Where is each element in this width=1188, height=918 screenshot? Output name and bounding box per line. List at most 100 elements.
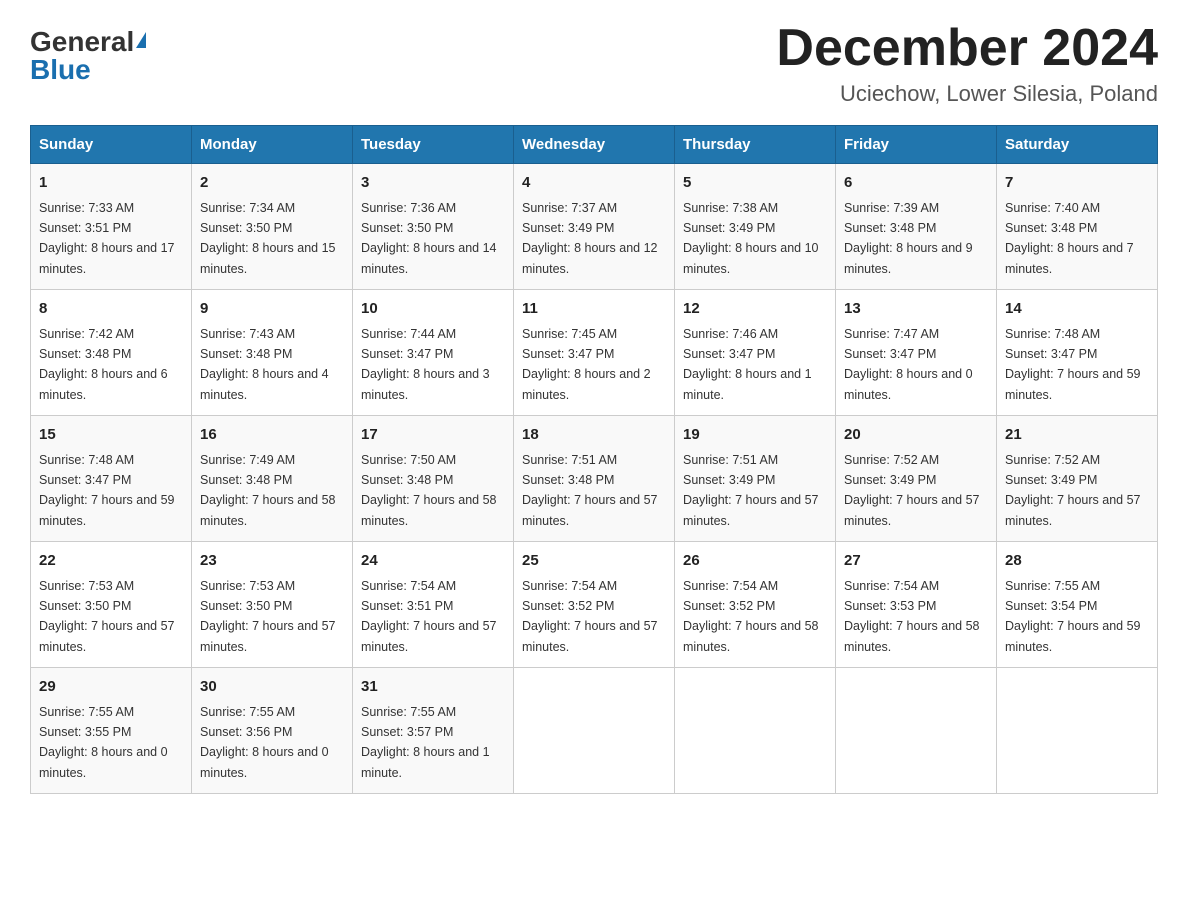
- calendar-header: SundayMondayTuesdayWednesdayThursdayFrid…: [31, 126, 1158, 164]
- day-number: 11: [522, 298, 666, 321]
- day-number: 26: [683, 550, 827, 573]
- day-info: Sunrise: 7:52 AMSunset: 3:49 PMDaylight:…: [844, 453, 980, 528]
- day-number: 20: [844, 424, 988, 447]
- day-number: 3: [361, 172, 505, 195]
- calendar-cell: 4 Sunrise: 7:37 AMSunset: 3:49 PMDayligh…: [514, 164, 675, 290]
- calendar-cell: 27 Sunrise: 7:54 AMSunset: 3:53 PMDaylig…: [836, 542, 997, 668]
- calendar-cell: 14 Sunrise: 7:48 AMSunset: 3:47 PMDaylig…: [997, 290, 1158, 416]
- day-info: Sunrise: 7:33 AMSunset: 3:51 PMDaylight:…: [39, 201, 175, 276]
- location-subtitle: Uciechow, Lower Silesia, Poland: [776, 81, 1158, 107]
- day-number: 23: [200, 550, 344, 573]
- calendar-cell: 13 Sunrise: 7:47 AMSunset: 3:47 PMDaylig…: [836, 290, 997, 416]
- calendar-cell: 23 Sunrise: 7:53 AMSunset: 3:50 PMDaylig…: [192, 542, 353, 668]
- day-info: Sunrise: 7:54 AMSunset: 3:53 PMDaylight:…: [844, 579, 980, 654]
- day-info: Sunrise: 7:53 AMSunset: 3:50 PMDaylight:…: [39, 579, 175, 654]
- column-header-saturday: Saturday: [997, 126, 1158, 164]
- day-number: 4: [522, 172, 666, 195]
- calendar-cell: [997, 668, 1158, 794]
- calendar-cell: 19 Sunrise: 7:51 AMSunset: 3:49 PMDaylig…: [675, 416, 836, 542]
- day-info: Sunrise: 7:54 AMSunset: 3:51 PMDaylight:…: [361, 579, 497, 654]
- column-header-sunday: Sunday: [31, 126, 192, 164]
- calendar-cell: [836, 668, 997, 794]
- calendar-table: SundayMondayTuesdayWednesdayThursdayFrid…: [30, 125, 1158, 794]
- calendar-cell: 6 Sunrise: 7:39 AMSunset: 3:48 PMDayligh…: [836, 164, 997, 290]
- day-info: Sunrise: 7:52 AMSunset: 3:49 PMDaylight:…: [1005, 453, 1141, 528]
- logo: General Blue: [30, 20, 146, 84]
- day-number: 2: [200, 172, 344, 195]
- calendar-cell: 18 Sunrise: 7:51 AMSunset: 3:48 PMDaylig…: [514, 416, 675, 542]
- day-info: Sunrise: 7:51 AMSunset: 3:48 PMDaylight:…: [522, 453, 658, 528]
- day-number: 31: [361, 676, 505, 699]
- calendar-cell: 22 Sunrise: 7:53 AMSunset: 3:50 PMDaylig…: [31, 542, 192, 668]
- calendar-cell: 8 Sunrise: 7:42 AMSunset: 3:48 PMDayligh…: [31, 290, 192, 416]
- day-number: 22: [39, 550, 183, 573]
- day-number: 14: [1005, 298, 1149, 321]
- calendar-cell: 26 Sunrise: 7:54 AMSunset: 3:52 PMDaylig…: [675, 542, 836, 668]
- calendar-cell: 10 Sunrise: 7:44 AMSunset: 3:47 PMDaylig…: [353, 290, 514, 416]
- header: General Blue December 2024 Uciechow, Low…: [30, 20, 1158, 107]
- day-number: 27: [844, 550, 988, 573]
- logo-general: General: [30, 28, 134, 56]
- calendar-cell: 3 Sunrise: 7:36 AMSunset: 3:50 PMDayligh…: [353, 164, 514, 290]
- day-number: 28: [1005, 550, 1149, 573]
- day-number: 24: [361, 550, 505, 573]
- calendar-cell: 28 Sunrise: 7:55 AMSunset: 3:54 PMDaylig…: [997, 542, 1158, 668]
- day-number: 6: [844, 172, 988, 195]
- day-info: Sunrise: 7:47 AMSunset: 3:47 PMDaylight:…: [844, 327, 973, 402]
- calendar-week-4: 22 Sunrise: 7:53 AMSunset: 3:50 PMDaylig…: [31, 542, 1158, 668]
- day-number: 25: [522, 550, 666, 573]
- day-number: 1: [39, 172, 183, 195]
- day-info: Sunrise: 7:54 AMSunset: 3:52 PMDaylight:…: [522, 579, 658, 654]
- logo-triangle-icon: [136, 32, 146, 48]
- calendar-cell: 7 Sunrise: 7:40 AMSunset: 3:48 PMDayligh…: [997, 164, 1158, 290]
- calendar-cell: 15 Sunrise: 7:48 AMSunset: 3:47 PMDaylig…: [31, 416, 192, 542]
- calendar-week-2: 8 Sunrise: 7:42 AMSunset: 3:48 PMDayligh…: [31, 290, 1158, 416]
- month-title: December 2024: [776, 20, 1158, 77]
- day-number: 16: [200, 424, 344, 447]
- day-number: 7: [1005, 172, 1149, 195]
- calendar-cell: 11 Sunrise: 7:45 AMSunset: 3:47 PMDaylig…: [514, 290, 675, 416]
- day-info: Sunrise: 7:55 AMSunset: 3:56 PMDaylight:…: [200, 705, 329, 780]
- day-info: Sunrise: 7:53 AMSunset: 3:50 PMDaylight:…: [200, 579, 336, 654]
- calendar-cell: [514, 668, 675, 794]
- calendar-week-1: 1 Sunrise: 7:33 AMSunset: 3:51 PMDayligh…: [31, 164, 1158, 290]
- calendar-week-3: 15 Sunrise: 7:48 AMSunset: 3:47 PMDaylig…: [31, 416, 1158, 542]
- calendar-cell: 2 Sunrise: 7:34 AMSunset: 3:50 PMDayligh…: [192, 164, 353, 290]
- day-info: Sunrise: 7:34 AMSunset: 3:50 PMDaylight:…: [200, 201, 336, 276]
- calendar-cell: 20 Sunrise: 7:52 AMSunset: 3:49 PMDaylig…: [836, 416, 997, 542]
- header-row: SundayMondayTuesdayWednesdayThursdayFrid…: [31, 126, 1158, 164]
- day-info: Sunrise: 7:50 AMSunset: 3:48 PMDaylight:…: [361, 453, 497, 528]
- day-number: 17: [361, 424, 505, 447]
- day-info: Sunrise: 7:55 AMSunset: 3:55 PMDaylight:…: [39, 705, 168, 780]
- calendar-cell: 25 Sunrise: 7:54 AMSunset: 3:52 PMDaylig…: [514, 542, 675, 668]
- day-info: Sunrise: 7:42 AMSunset: 3:48 PMDaylight:…: [39, 327, 168, 402]
- day-info: Sunrise: 7:46 AMSunset: 3:47 PMDaylight:…: [683, 327, 812, 402]
- column-header-wednesday: Wednesday: [514, 126, 675, 164]
- day-info: Sunrise: 7:37 AMSunset: 3:49 PMDaylight:…: [522, 201, 658, 276]
- calendar-cell: 5 Sunrise: 7:38 AMSunset: 3:49 PMDayligh…: [675, 164, 836, 290]
- calendar-cell: 16 Sunrise: 7:49 AMSunset: 3:48 PMDaylig…: [192, 416, 353, 542]
- logo-blue: Blue: [30, 56, 91, 84]
- day-info: Sunrise: 7:39 AMSunset: 3:48 PMDaylight:…: [844, 201, 973, 276]
- calendar-cell: 9 Sunrise: 7:43 AMSunset: 3:48 PMDayligh…: [192, 290, 353, 416]
- day-info: Sunrise: 7:54 AMSunset: 3:52 PMDaylight:…: [683, 579, 819, 654]
- column-header-monday: Monday: [192, 126, 353, 164]
- calendar-cell: 12 Sunrise: 7:46 AMSunset: 3:47 PMDaylig…: [675, 290, 836, 416]
- day-number: 15: [39, 424, 183, 447]
- day-number: 5: [683, 172, 827, 195]
- day-info: Sunrise: 7:36 AMSunset: 3:50 PMDaylight:…: [361, 201, 497, 276]
- calendar-cell: 31 Sunrise: 7:55 AMSunset: 3:57 PMDaylig…: [353, 668, 514, 794]
- day-info: Sunrise: 7:51 AMSunset: 3:49 PMDaylight:…: [683, 453, 819, 528]
- day-info: Sunrise: 7:48 AMSunset: 3:47 PMDaylight:…: [39, 453, 175, 528]
- day-number: 30: [200, 676, 344, 699]
- column-header-thursday: Thursday: [675, 126, 836, 164]
- day-info: Sunrise: 7:48 AMSunset: 3:47 PMDaylight:…: [1005, 327, 1141, 402]
- calendar-cell: 29 Sunrise: 7:55 AMSunset: 3:55 PMDaylig…: [31, 668, 192, 794]
- day-info: Sunrise: 7:55 AMSunset: 3:57 PMDaylight:…: [361, 705, 490, 780]
- column-header-friday: Friday: [836, 126, 997, 164]
- day-number: 12: [683, 298, 827, 321]
- day-info: Sunrise: 7:40 AMSunset: 3:48 PMDaylight:…: [1005, 201, 1134, 276]
- day-number: 9: [200, 298, 344, 321]
- day-number: 13: [844, 298, 988, 321]
- calendar-cell: 17 Sunrise: 7:50 AMSunset: 3:48 PMDaylig…: [353, 416, 514, 542]
